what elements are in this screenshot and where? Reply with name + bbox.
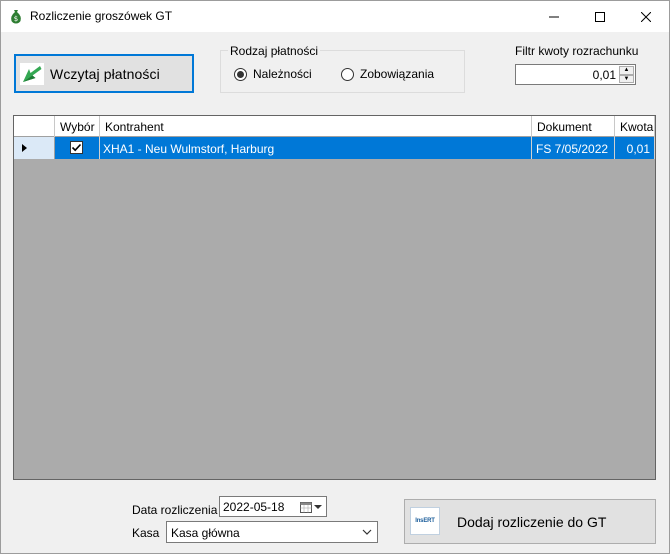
- date-dropdown-icon[interactable]: [314, 505, 322, 509]
- cash-register-select[interactable]: Kasa główna: [166, 521, 378, 543]
- cell-kwota[interactable]: 0,01: [615, 137, 655, 159]
- current-row-icon: [22, 144, 27, 152]
- green-arrow-icon: [20, 63, 44, 85]
- table-row[interactable]: XHA1 - Neu Wulmstorf, Harburg FS 7/05/20…: [14, 137, 655, 159]
- add-settlement-button[interactable]: InsERT Dodaj rozliczenie do GT: [404, 499, 656, 544]
- radio-naleznosci[interactable]: Należności: [234, 67, 312, 81]
- insert-logo-icon: InsERT: [410, 507, 440, 535]
- radio-naleznosci-label: Należności: [253, 67, 312, 81]
- cell-wybor[interactable]: [55, 137, 100, 159]
- radio-zobowiazania-indicator[interactable]: [341, 67, 354, 81]
- amount-filter-value: 0,01: [592, 68, 616, 82]
- spin-down-icon[interactable]: ▼: [619, 74, 634, 83]
- column-header-dokument[interactable]: Dokument: [532, 116, 615, 137]
- grid-header-corner[interactable]: [14, 116, 55, 137]
- checkmark-icon: [71, 143, 82, 152]
- grid-header: Wybór Kontrahent Dokument Kwota: [14, 116, 655, 137]
- load-payments-button[interactable]: Wczytaj płatności: [14, 54, 194, 93]
- close-button[interactable]: [623, 1, 669, 32]
- cell-kontrahent[interactable]: XHA1 - Neu Wulmstorf, Harburg: [100, 137, 532, 159]
- load-payments-label: Wczytaj płatności: [50, 66, 160, 82]
- row-header[interactable]: [14, 137, 55, 159]
- payment-type-title: Rodzaj płatności: [228, 44, 321, 58]
- cash-register-label: Kasa: [132, 526, 160, 540]
- amount-filter-label: Filtr kwoty rozrachunku: [515, 44, 639, 58]
- radio-zobowiazania[interactable]: Zobowiązania: [341, 67, 434, 81]
- calendar-icon[interactable]: [300, 501, 312, 513]
- column-header-wybor[interactable]: Wybór: [55, 116, 100, 137]
- svg-text:$: $: [14, 15, 18, 23]
- close-icon: [641, 11, 651, 22]
- add-settlement-label: Dodaj rozliczenie do GT: [457, 514, 607, 530]
- minimize-icon: [549, 16, 559, 17]
- maximize-icon: [595, 11, 605, 22]
- payments-grid[interactable]: Wybór Kontrahent Dokument Kwota XHA1 - N…: [13, 115, 656, 480]
- column-header-kwota[interactable]: Kwota: [615, 116, 655, 137]
- amount-filter-input[interactable]: 0,01 ▲ ▼: [515, 64, 636, 85]
- settlement-date-picker[interactable]: 2022-05-18: [219, 496, 327, 517]
- main-window: $ Rozliczenie groszówek GT Wczytaj płatn…: [0, 0, 670, 554]
- chevron-down-icon[interactable]: [362, 527, 372, 537]
- window-title: Rozliczenie groszówek GT: [30, 9, 173, 23]
- cash-register-value: Kasa główna: [171, 526, 240, 540]
- minimize-button[interactable]: [531, 1, 577, 32]
- radio-naleznosci-indicator[interactable]: [234, 67, 247, 81]
- radio-zobowiazania-label: Zobowiązania: [360, 67, 435, 81]
- maximize-button[interactable]: [577, 1, 623, 32]
- row-select-checkbox[interactable]: [70, 141, 83, 154]
- amount-filter-spinner[interactable]: ▲ ▼: [619, 66, 634, 83]
- cell-dokument[interactable]: FS 7/05/2022: [532, 137, 615, 159]
- settlement-date-label: Data rozliczenia: [132, 503, 218, 517]
- column-header-kontrahent[interactable]: Kontrahent: [100, 116, 532, 137]
- insert-logo-text: InsERT: [415, 518, 435, 524]
- money-bag-icon: $: [11, 10, 21, 24]
- title-bar[interactable]: $ Rozliczenie groszówek GT: [1, 1, 669, 32]
- spin-up-icon[interactable]: ▲: [619, 66, 634, 75]
- settlement-date-value: 2022-05-18: [223, 500, 285, 514]
